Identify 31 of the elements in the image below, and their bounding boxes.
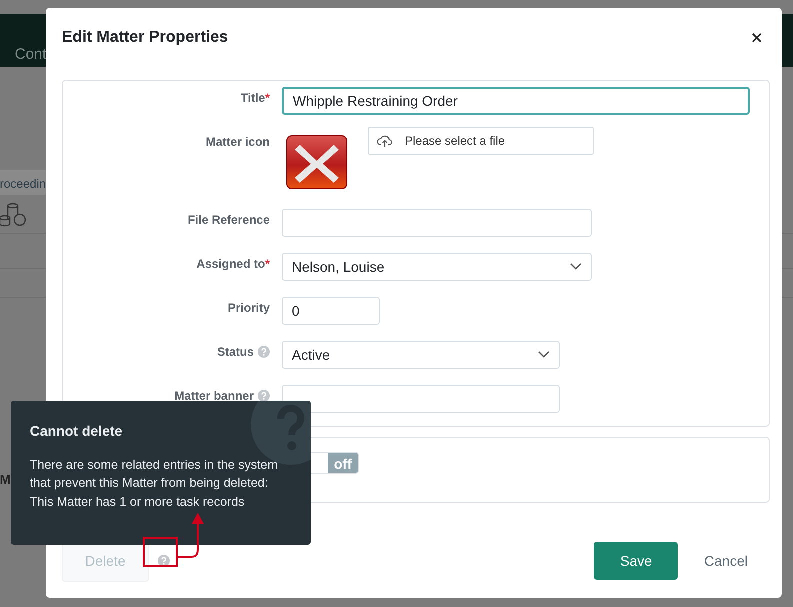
cancel-button[interactable]: Cancel: [692, 550, 760, 572]
input-field[interactable]: [282, 209, 592, 237]
field-label: Title*: [240, 90, 271, 107]
field-label: File Reference: [186, 212, 271, 229]
chevron-down-icon: [538, 351, 550, 359]
input-field[interactable]: [282, 385, 560, 413]
tooltip-title: Cannot delete: [30, 422, 124, 441]
highlight-box: [143, 537, 178, 567]
file-select-button[interactable]: Please select a file: [368, 127, 594, 155]
field-label: Status: [63, 341, 282, 369]
close-icon: [752, 33, 762, 43]
input-field[interactable]: 0: [282, 297, 380, 325]
chevron-down-icon: [570, 263, 582, 271]
cloud-upload-icon: [377, 134, 393, 148]
select-field[interactable]: Active: [282, 341, 560, 369]
section-heading: M: [0, 471, 11, 489]
field-label: Priority: [226, 300, 271, 317]
select-field[interactable]: Nelson, Louise: [282, 253, 592, 281]
error-x-icon: [286, 135, 348, 191]
nav-link[interactable]: Cont: [15, 44, 47, 66]
save-button[interactable]: Save: [594, 542, 678, 580]
input-field[interactable]: Whipple Restraining Order: [282, 87, 750, 115]
modal-title: Edit Matter Properties: [62, 28, 228, 48]
field-label: Matter banner: [63, 385, 282, 413]
coins-icon: [0, 203, 26, 227]
help-icon[interactable]: [158, 555, 170, 567]
annotation-arrow: [177, 512, 205, 561]
field-label: Matter icon: [204, 134, 271, 151]
tab-label[interactable]: roceedin: [0, 175, 46, 193]
field-label: Assigned to*: [196, 256, 271, 273]
help-icon[interactable]: [258, 390, 270, 402]
